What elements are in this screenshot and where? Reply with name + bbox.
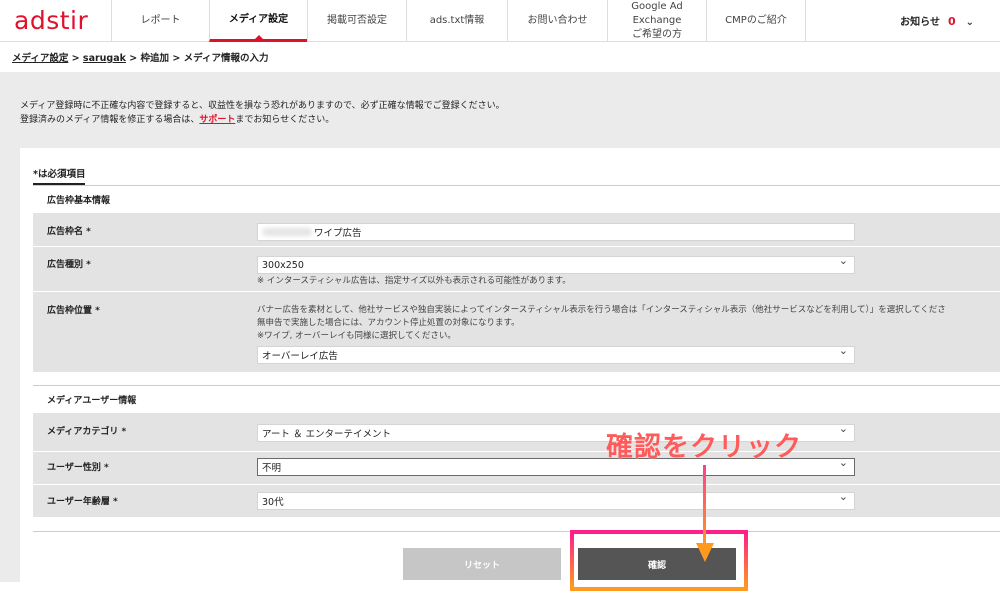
ad-position-select[interactable]: オーバーレイ広告 <box>257 344 855 364</box>
age-select[interactable]: 30代 <box>257 490 855 510</box>
ad-position-label: 広告枠位置 * <box>47 306 100 316</box>
ad-position-hint1: バナー広告を素材として、他社サービスや独自実装によってインタースティシャル表示を… <box>257 305 946 315</box>
nav-google-adx[interactable]: Google Ad Exchange ご希望の方 <box>607 0 706 42</box>
notice-menu[interactable]: お知らせ 0 ⌄ <box>900 13 974 28</box>
adstir-logo[interactable]: adstir <box>14 6 88 35</box>
nav-cmp[interactable]: CMPのご紹介 <box>706 0 806 42</box>
intro-text: メディア登録時に不正確な内容で登録すると、収益性を損なう恐れがありますので、必ず… <box>20 99 505 127</box>
breadcrumb: メディア設定 > sarugak > 枠追加 > メディア情報の入力 <box>12 50 268 64</box>
section-ad-basic: 広告枠基本情報 <box>33 186 1000 213</box>
ad-position-hint3: ※ワイプ, オーバーレイも同様に選択してください。 <box>257 331 456 341</box>
confirm-highlight-box <box>570 530 748 591</box>
notice-count: 0 <box>947 15 956 28</box>
required-note: *は必須項目 <box>33 166 86 185</box>
ad-type-label: 広告種別 * <box>47 260 91 270</box>
intro-line1: メディア登録時に不正確な内容で登録すると、収益性を損なう恐れがありますので、必ず… <box>20 101 505 111</box>
ad-type-hint: ※ インタースティシャル広告は、指定サイズ以外も表示される可能性があります。 <box>257 276 571 286</box>
ad-type-select[interactable]: 300x250 <box>257 254 855 274</box>
redacted-text <box>262 228 312 236</box>
breadcrumb-sep: > <box>68 53 83 64</box>
top-header: adstir レポート メディア設定 掲載可否設定 ads.txt情報 お問い合… <box>0 0 1000 42</box>
nav-report[interactable]: レポート <box>111 0 209 42</box>
arrow-down-icon <box>696 465 714 562</box>
breadcrumb-media-settings[interactable]: メディア設定 <box>12 53 68 64</box>
support-link[interactable]: サポート <box>199 115 235 125</box>
nav-ads-txt[interactable]: ads.txt情報 <box>406 0 507 42</box>
intro-line2: 登録済みのメディア情報を修正する場合は、サポートまでお知らせください。 <box>20 115 335 125</box>
chevron-down-icon: ⌄ <box>965 17 974 28</box>
breadcrumb-site[interactable]: sarugak <box>83 53 126 64</box>
nav-media-settings[interactable]: メディア設定 <box>209 0 307 42</box>
breadcrumb-current: > 枠追加 > メディア情報の入力 <box>125 53 269 64</box>
ad-name-label: 広告枠名 * <box>47 227 91 237</box>
divider <box>33 531 1000 532</box>
gender-label: ユーザー性別 * <box>47 463 109 473</box>
section-media-user: メディアユーザー情報 <box>33 386 1000 413</box>
ad-name-input[interactable]: ワイプ広告 <box>257 223 855 241</box>
notice-label: お知らせ <box>900 17 940 28</box>
age-label: ユーザー年齢層 * <box>47 497 118 507</box>
reset-button[interactable]: リセット <box>403 548 561 580</box>
click-confirm-annotation: 確認をクリック <box>606 432 802 463</box>
category-label: メディアカテゴリ * <box>47 427 127 437</box>
nav-contact[interactable]: お問い合わせ <box>507 0 607 42</box>
ad-position-hint2: 無申告で実施した場合には、アカウント停止処置の対象になります。 <box>257 318 520 328</box>
nav-ad-approval[interactable]: 掲載可否設定 <box>307 0 406 42</box>
